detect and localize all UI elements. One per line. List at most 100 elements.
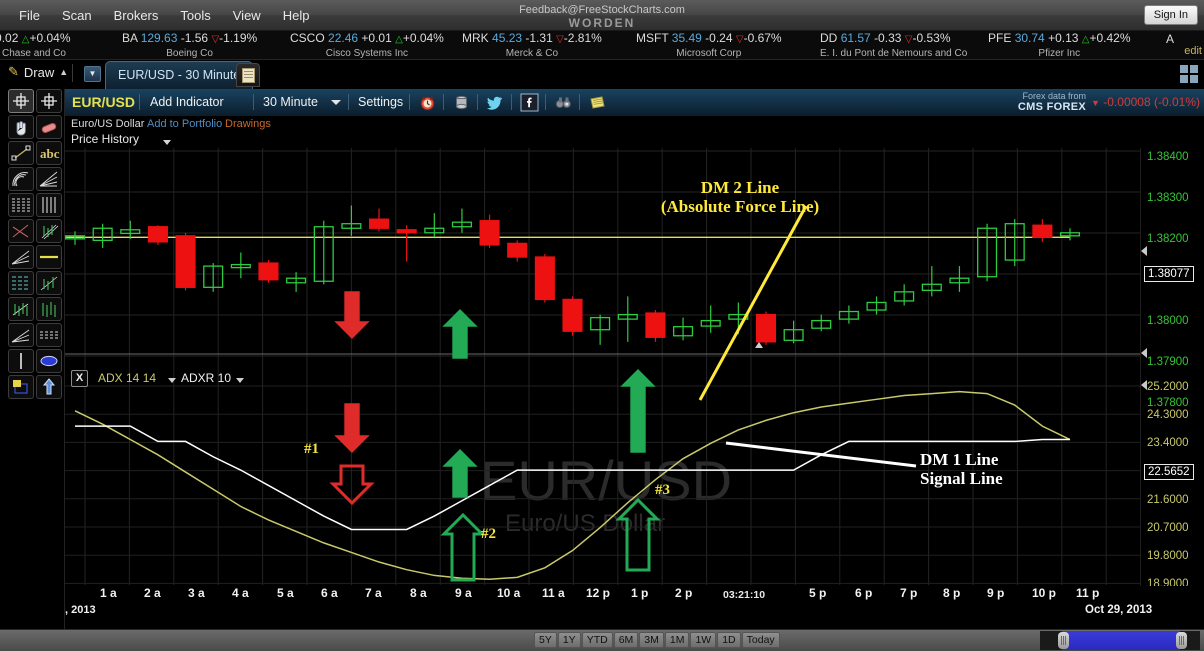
candle-body — [175, 235, 196, 288]
price-history-chevron-icon[interactable] — [163, 140, 171, 145]
new-chart-icon — [242, 68, 255, 83]
range-button-1w[interactable]: 1W — [690, 632, 717, 648]
ticker-item[interactable]: PFE 30.74 +0.13 △+0.42% Pfizer Inc — [988, 31, 1131, 59]
bars-pattern-b-tool-icon[interactable] — [36, 297, 62, 321]
regression-channel-tool-icon[interactable] — [36, 271, 62, 295]
menu-item-view[interactable]: View — [222, 5, 272, 26]
adxr-chevron-icon[interactable] — [236, 378, 244, 383]
binoculars-icon[interactable] — [554, 93, 573, 112]
drawings-link[interactable]: Drawings — [225, 118, 271, 130]
shape-note-tool-icon[interactable] — [8, 375, 34, 399]
add-indicator-button[interactable]: Add Indicator — [150, 95, 224, 109]
range-button-1m[interactable]: 1M — [664, 632, 690, 648]
vertical-lines-tool-icon[interactable] — [36, 193, 62, 217]
scrollbar-thumb[interactable] — [1062, 631, 1180, 650]
chart-arrow-down-hollow-2[interactable] — [329, 464, 375, 506]
menu-item-help[interactable]: Help — [272, 5, 321, 26]
draw-button[interactable]: ✎ Draw ▲ — [8, 64, 68, 80]
range-button-1y[interactable]: 1Y — [557, 632, 581, 648]
adxr-label[interactable]: ADXR 10 — [181, 371, 231, 385]
horizontal-scrollbar[interactable] — [1040, 631, 1200, 650]
crosshair-alt-tool-icon[interactable] — [36, 89, 62, 113]
menu-item-file[interactable]: File — [8, 5, 51, 26]
ticker-item[interactable]: MSFT 35.49 -0.24 ▽-0.67% Microsoft Corp — [636, 31, 782, 59]
ticker-change: -1.31 — [525, 31, 553, 45]
database-icon[interactable] — [452, 93, 471, 112]
arrow-up-tool-icon[interactable] — [36, 375, 62, 399]
bars-pattern-a-tool-icon[interactable] — [8, 297, 34, 321]
menu-item-tools[interactable]: Tools — [169, 5, 221, 26]
facebook-icon[interactable] — [520, 93, 539, 112]
range-button-5y[interactable]: 5Y — [534, 632, 557, 648]
ticker-change: +0.01 — [361, 31, 392, 45]
eraser-tool-icon[interactable] — [36, 115, 62, 139]
chart-arrow-up-hollow-5[interactable] — [440, 512, 486, 582]
chart-canvas[interactable]: EUR/USD Euro/US Dollar X ADX 14 14 ADXR … — [65, 148, 1140, 629]
add-to-portfolio-link[interactable]: Add to Portfolio — [147, 118, 222, 130]
sign-in-button[interactable]: Sign In — [1143, 5, 1198, 25]
scrollbar-right-handle[interactable] — [1176, 632, 1187, 649]
speed-fan-tool-icon[interactable] — [8, 245, 34, 269]
new-tab-button[interactable] — [236, 63, 260, 87]
alarm-clock-icon[interactable] — [418, 93, 437, 112]
time-axis-cursor-timestamp: 03:21:10 — [723, 589, 766, 601]
hand-pan-tool-icon[interactable] — [8, 115, 34, 139]
notes-icon[interactable] — [588, 93, 607, 112]
ticker-item[interactable]: CSCO 22.46 +0.01 △+0.04% Cisco Systems In… — [290, 31, 444, 59]
trendline-dm1[interactable] — [725, 441, 917, 468]
timeframe-select[interactable]: 30 Minute — [263, 95, 318, 109]
annotation-dm2[interactable]: DM 2 Line (Absolute Force Line) — [661, 178, 819, 216]
tab-dropdown-button[interactable]: ▼ — [84, 66, 101, 82]
ticker-edit-link[interactable]: edit — [1184, 45, 1202, 57]
candle-body — [479, 220, 500, 246]
dashed-lines-tool-icon[interactable] — [36, 323, 62, 347]
vertical-line-tool-icon[interactable] — [8, 349, 34, 373]
ellipse-tool-icon[interactable] — [36, 349, 62, 373]
drawing-tool-palette: abc — [0, 89, 65, 629]
fibonacci-levels-tool-icon[interactable] — [8, 271, 34, 295]
gann-fan-tool-icon[interactable] — [8, 323, 34, 347]
adx-chevron-icon[interactable] — [168, 378, 176, 383]
range-button-ytd[interactable]: YTD — [581, 632, 613, 648]
twitter-icon[interactable] — [486, 93, 505, 112]
settings-button[interactable]: Settings — [358, 95, 403, 109]
ticker-item[interactable]: DD 61.57 -0.33 ▽-0.53% E. I. du Pont de N… — [820, 31, 967, 59]
chart-tab-eurusd[interactable]: EUR/USD - 30 Minute — [105, 61, 254, 89]
chart-arrow-down-solid-1[interactable] — [334, 403, 370, 453]
marker-label-num2[interactable]: #2 — [481, 526, 496, 543]
cross-trendlines-tool-icon[interactable] — [8, 219, 34, 243]
horizontal-lines-tool-icon[interactable] — [8, 193, 34, 217]
range-button-3m[interactable]: 3M — [639, 632, 664, 648]
range-button-1d[interactable]: 1D — [717, 632, 741, 648]
horizontal-level-tool-icon[interactable] — [36, 245, 62, 269]
chart-arrow-up-hollow-7[interactable] — [615, 497, 661, 572]
menu-item-scan[interactable]: Scan — [51, 5, 103, 26]
adx-label[interactable]: ADX 14 14 — [98, 371, 156, 385]
range-button-today[interactable]: Today — [741, 632, 780, 648]
candle-body — [755, 313, 777, 343]
range-button-6m[interactable]: 6M — [613, 632, 639, 648]
ticker-item[interactable]: BA 129.63 -1.56 ▽-1.19% Boeing Co — [122, 31, 257, 59]
chart-arrow-up-solid-3[interactable] — [442, 309, 478, 359]
annotation-dm1[interactable]: DM 1 Line Signal Line — [920, 450, 1003, 488]
crosshair-tool-icon[interactable] — [8, 89, 34, 113]
menu-item-brokers[interactable]: Brokers — [103, 5, 170, 26]
price-history-label[interactable]: Price History — [71, 132, 139, 146]
chart-arrow-up-solid-4[interactable] — [442, 449, 478, 498]
channel-on-bars-tool-icon[interactable] — [36, 219, 62, 243]
ticker-quote: 9 +0.02 △+0.04% — [0, 31, 71, 47]
text-label-tool-icon[interactable]: abc — [36, 141, 62, 165]
ticker-item[interactable]: 9 +0.02 △+0.04%gan Chase and Co — [0, 31, 71, 59]
marker-label-num3[interactable]: #3 — [655, 482, 670, 499]
scrollbar-left-handle[interactable] — [1058, 632, 1069, 649]
layout-grid-icon[interactable] — [1180, 65, 1198, 83]
trendline-tool-icon[interactable] — [8, 141, 34, 165]
chevron-down-icon[interactable] — [331, 100, 341, 105]
close-indicator-button[interactable]: X — [71, 370, 88, 387]
marker-label-num1[interactable]: #1 — [304, 441, 319, 458]
tab-strip: ✎ Draw ▲ ▼ EUR/USD - 30 Minute — [0, 60, 1204, 89]
right-price-axis[interactable]: 1.38400 1.38300 1.38200 1.38000 1.37900 1.378… — [1140, 148, 1204, 647]
arc-tool-icon[interactable] — [8, 167, 34, 191]
fan-lines-tool-icon[interactable] — [36, 167, 62, 191]
ticker-item[interactable]: MRK 45.23 -1.31 ▽-2.81% Merck & Co — [462, 31, 602, 59]
